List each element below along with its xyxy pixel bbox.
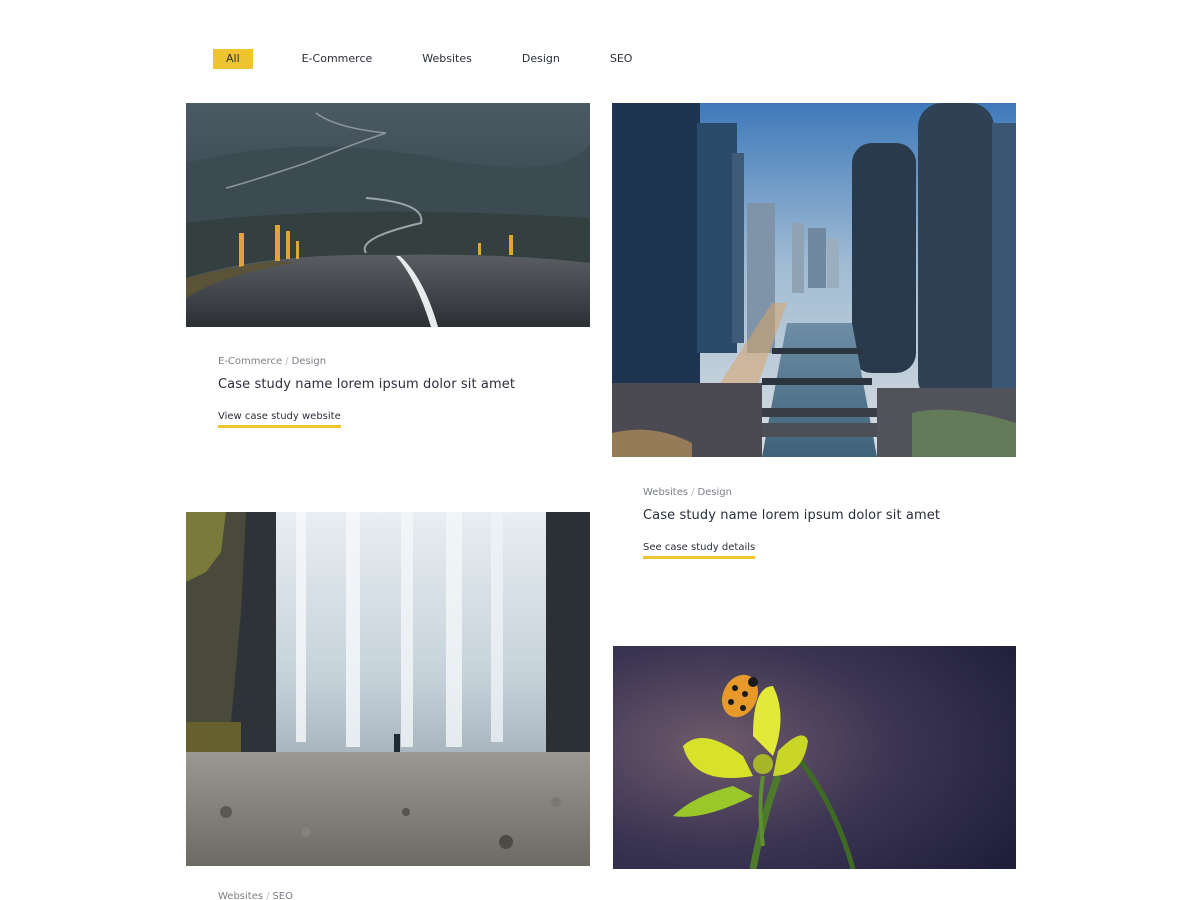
filter-tab-all[interactable]: All bbox=[213, 49, 253, 69]
filter-tab-websites[interactable]: Websites bbox=[416, 49, 478, 69]
category-tag[interactable]: Websites bbox=[643, 487, 688, 498]
city-river-photo[interactable] bbox=[612, 103, 1016, 457]
card-2-categories: Websites / Design bbox=[643, 487, 732, 498]
category-tag[interactable]: Design bbox=[697, 487, 732, 498]
card-1-categories: E-Commerce / Design bbox=[218, 356, 326, 367]
category-tag[interactable]: SEO bbox=[272, 891, 293, 900]
ladybug-flower-photo[interactable] bbox=[613, 646, 1016, 869]
road-photo[interactable] bbox=[186, 103, 590, 327]
card-1-title: Case study name lorem ipsum dolor sit am… bbox=[218, 377, 516, 392]
category-separator: / bbox=[266, 891, 270, 900]
category-tag[interactable]: Design bbox=[292, 356, 327, 367]
filter-tab-e-commerce[interactable]: E-Commerce bbox=[296, 49, 379, 69]
view-case-study-link[interactable]: View case study website bbox=[218, 411, 341, 428]
category-tag[interactable]: E-Commerce bbox=[218, 356, 282, 367]
filter-tab-seo[interactable]: SEO bbox=[604, 49, 639, 69]
waterfall-photo[interactable] bbox=[186, 512, 590, 866]
category-tag[interactable]: Websites bbox=[218, 891, 263, 900]
card-3-categories: Websites / SEO bbox=[218, 891, 293, 900]
category-separator: / bbox=[691, 487, 695, 498]
card-2-title: Case study name lorem ipsum dolor sit am… bbox=[643, 508, 941, 523]
category-separator: / bbox=[285, 356, 289, 367]
category-filter-bar: All E-Commerce Websites Design SEO bbox=[213, 49, 676, 69]
see-case-study-details-link[interactable]: See case study details bbox=[643, 542, 756, 559]
filter-tab-design[interactable]: Design bbox=[516, 49, 566, 69]
